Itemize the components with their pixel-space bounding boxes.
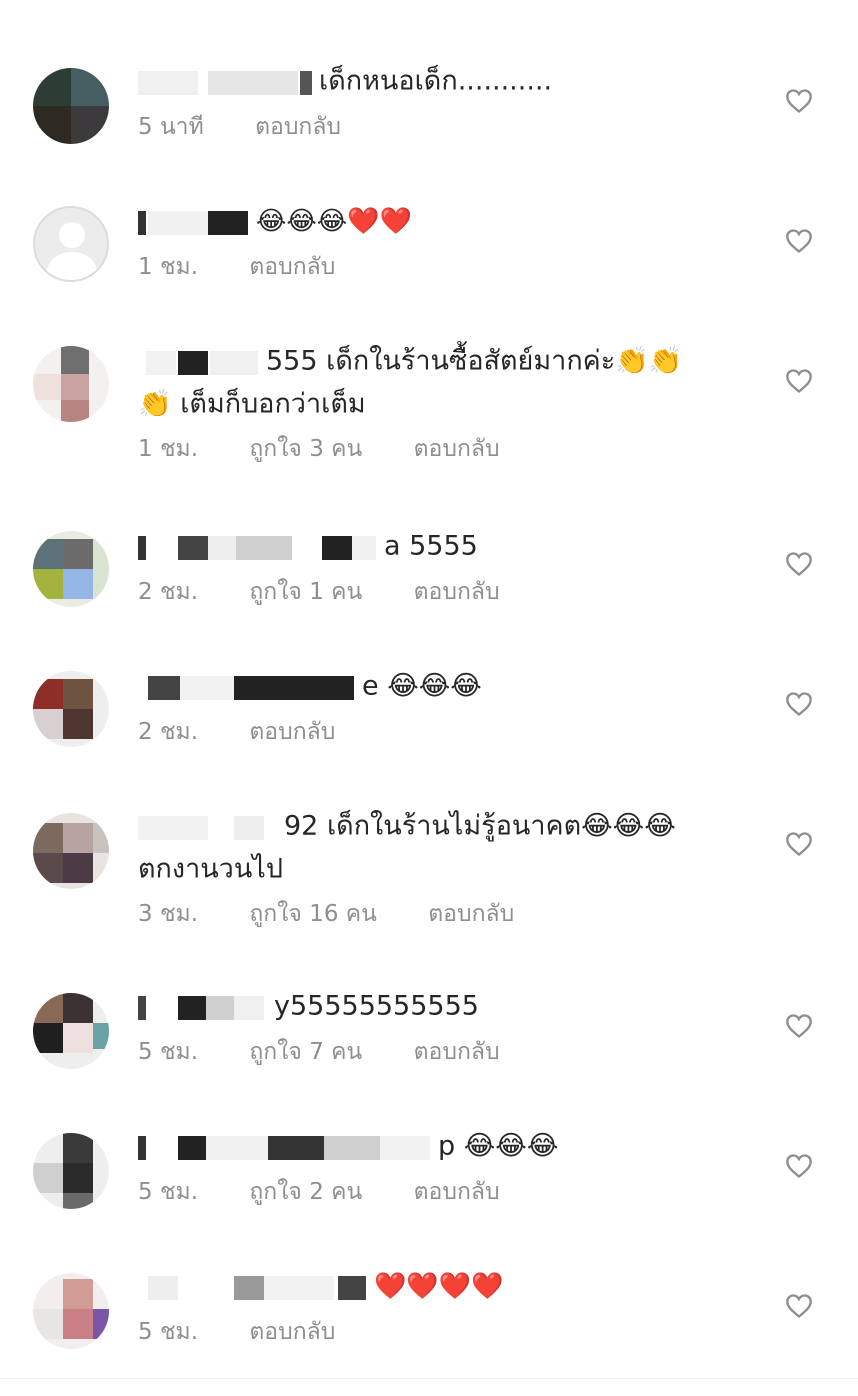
avatar[interactable]	[33, 1133, 109, 1209]
heart-outline-icon[interactable]	[785, 1293, 813, 1319]
username-redacted[interactable]	[138, 1132, 432, 1162]
heart-outline-icon[interactable]	[785, 1013, 813, 1039]
avatar[interactable]	[33, 346, 109, 422]
likes-count[interactable]: ถูกใจ 2 คน	[249, 1179, 362, 1205]
avatar[interactable]	[33, 813, 109, 889]
reply-button[interactable]: ตอบกลับ	[249, 719, 335, 745]
avatar[interactable]	[33, 1273, 109, 1349]
heart-outline-icon[interactable]	[785, 831, 813, 857]
reply-button[interactable]: ตอบกลับ	[428, 901, 514, 927]
divider	[0, 1378, 858, 1379]
previous-comment-fragment	[138, 0, 378, 4]
comment-meta: 1 ชม. ตอบกลับ	[138, 249, 758, 285]
likes-count[interactable]: ถูกใจ 16 คน	[249, 901, 377, 927]
comment-text: ❤️❤️❤️❤️	[138, 1265, 758, 1308]
comment-meta: 5 ชม. ตอบกลับ	[138, 1314, 758, 1350]
comment-text: 😂😂😂❤️❤️	[138, 200, 758, 243]
default-user-icon[interactable]	[33, 206, 109, 282]
heart-outline-icon[interactable]	[785, 88, 813, 114]
username-redacted[interactable]	[138, 347, 260, 377]
username-redacted[interactable]	[138, 67, 313, 97]
comment-time: 2 ชม.	[138, 718, 199, 745]
reply-button[interactable]: ตอบกลับ	[414, 1039, 500, 1065]
likes-count[interactable]: ถูกใจ 3 คน	[249, 436, 362, 462]
comment-meta: 5 ชม. ถูกใจ 2 คน ตอบกลับ	[138, 1174, 758, 1210]
comment-meta: 3 ชม. ถูกใจ 16 คน ตอบกลับ	[138, 896, 758, 932]
comment-text: 555 เด็กในร้านซื้อสัตย์มากค่ะ👏👏	[138, 340, 758, 383]
reply-button[interactable]: ตอบกลับ	[414, 1179, 500, 1205]
heart-outline-icon[interactable]	[785, 1153, 813, 1179]
comment-meta: 5 ชม. ถูกใจ 7 คน ตอบกลับ	[138, 1034, 758, 1070]
comment-text: a 5555	[138, 525, 758, 568]
reply-button[interactable]: ตอบกลับ	[414, 436, 500, 462]
avatar[interactable]	[33, 68, 109, 144]
comment-text: y55555555555	[138, 985, 758, 1028]
comment-time: 5 ชม.	[138, 1318, 199, 1345]
likes-count[interactable]: ถูกใจ 7 คน	[249, 1039, 362, 1065]
likes-count[interactable]: ถูกใจ 1 คน	[249, 579, 362, 605]
username-redacted[interactable]	[138, 1272, 368, 1302]
comment-time: 1 ชม.	[138, 253, 199, 280]
comment-time: 2 ชม.	[138, 578, 199, 605]
comment-text: p 😂😂😂	[138, 1125, 758, 1168]
comment-time: 1 ชม.	[138, 436, 199, 462]
comment-text: 92 เด็กในร้านไม่รู้อนาคต😂😂😂	[138, 805, 758, 848]
heart-outline-icon[interactable]	[785, 691, 813, 717]
heart-outline-icon[interactable]	[785, 551, 813, 577]
heart-outline-icon[interactable]	[785, 368, 813, 394]
reply-button[interactable]: ตอบกลับ	[414, 579, 500, 605]
username-redacted[interactable]	[138, 672, 356, 702]
comment-meta: 5 นาที ตอบกลับ	[138, 109, 758, 145]
comment-meta: 2 ชม. ถูกใจ 1 คน ตอบกลับ	[138, 574, 758, 610]
comment-text-line2: ตกงานวนไป	[138, 853, 284, 884]
heart-outline-icon[interactable]	[785, 228, 813, 254]
avatar[interactable]	[33, 671, 109, 747]
username-redacted[interactable]	[138, 532, 378, 562]
comment-time: 3 ชม.	[138, 901, 199, 927]
comment-time: 5 ชม.	[138, 1038, 199, 1065]
reply-button[interactable]: ตอบกลับ	[249, 1319, 335, 1345]
comment-text: e 😂😂😂	[138, 665, 758, 708]
comment-meta: 1 ชม. ถูกใจ 3 คน ตอบกลับ	[138, 431, 758, 467]
username-redacted[interactable]	[138, 812, 278, 842]
comment-text: เด็กหนอเด็ก...........	[138, 60, 758, 103]
reply-button[interactable]: ตอบกลับ	[249, 254, 335, 280]
comment-time: 5 นาที	[138, 113, 204, 140]
reply-button[interactable]: ตอบกลับ	[255, 114, 341, 140]
avatar[interactable]	[33, 993, 109, 1069]
comment-text-line2: 👏 เต็มก็บอกว่าเต็ม	[138, 388, 366, 419]
comment-time: 5 ชม.	[138, 1178, 199, 1205]
username-redacted[interactable]	[138, 207, 250, 237]
avatar[interactable]	[33, 531, 109, 607]
comment-meta: 2 ชม. ตอบกลับ	[138, 714, 758, 750]
username-redacted[interactable]	[138, 992, 268, 1022]
